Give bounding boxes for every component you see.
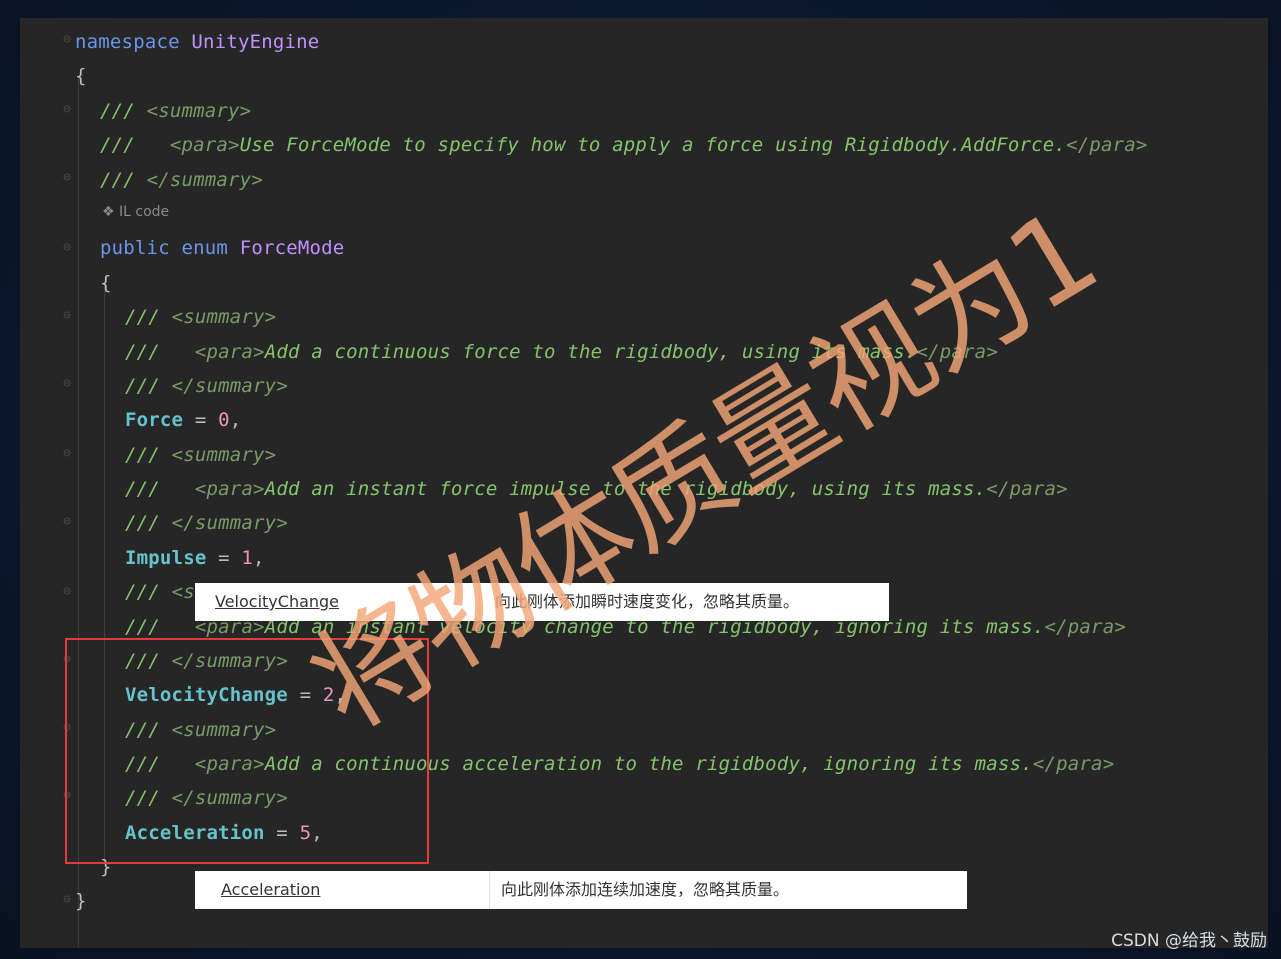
doc-row-description: 向此刚体添加连续加速度，忽略其质量。 bbox=[501, 880, 790, 899]
code-line: /// <para>Use ForceMode to specify how t… bbox=[100, 128, 1148, 162]
enum-value: 0 bbox=[218, 409, 230, 431]
comment-slashes: /// bbox=[125, 616, 195, 638]
code-line: namespace UnityEngine bbox=[75, 25, 319, 59]
comment-tag: </para> bbox=[1044, 616, 1126, 638]
operator: = bbox=[206, 547, 242, 569]
comma: , bbox=[229, 409, 242, 431]
enum-value: 1 bbox=[241, 547, 254, 569]
keyword-public: public bbox=[100, 237, 170, 259]
comment-tag: <summary> bbox=[146, 100, 252, 122]
fold-icon[interactable]: ⊖ bbox=[60, 170, 74, 186]
keyword-enum: enum bbox=[181, 237, 229, 259]
fold-icon[interactable]: ⊖ bbox=[60, 376, 74, 392]
fold-icon[interactable]: ⊖ bbox=[60, 446, 74, 462]
code-line: Force = 0, bbox=[125, 403, 241, 437]
code-line: public enum ForceMode bbox=[100, 231, 344, 265]
comment-slashes: /// bbox=[125, 478, 195, 500]
keyword-namespace: namespace bbox=[75, 31, 180, 53]
comment-slashes: /// bbox=[125, 306, 172, 328]
fold-icon[interactable]: ⊖ bbox=[60, 240, 74, 256]
comment-slashes: /// bbox=[125, 375, 172, 397]
code-line: /// <summary> bbox=[100, 94, 251, 128]
comment-slashes: /// bbox=[125, 512, 172, 534]
comment-tag: </para> bbox=[986, 478, 1068, 500]
doc-row-name[interactable]: Acceleration bbox=[195, 871, 490, 909]
namespace-name: UnityEngine bbox=[191, 31, 320, 53]
doc-row-acceleration: Acceleration 向此刚体添加连续加速度，忽略其质量。 bbox=[195, 871, 967, 909]
comment-slashes: /// bbox=[100, 169, 147, 191]
operator: = bbox=[183, 409, 219, 431]
comment-tag: <summary> bbox=[171, 306, 277, 328]
code-line: /// </summary> bbox=[125, 369, 288, 403]
comment-tag: </summary> bbox=[171, 512, 288, 534]
code-line: Impulse = 1, bbox=[125, 541, 265, 575]
comment-text: Use ForceMode to specify how to apply a … bbox=[239, 134, 1067, 156]
comment-tag: <para> bbox=[194, 341, 265, 363]
code-line: { bbox=[100, 272, 112, 294]
comment-slashes: /// bbox=[100, 134, 170, 156]
comment-slashes: /// bbox=[125, 444, 172, 466]
comment-tag: <summary> bbox=[171, 444, 277, 466]
fold-icon[interactable]: ⊖ bbox=[60, 102, 74, 118]
fold-icon[interactable]: ⊖ bbox=[60, 514, 74, 530]
fold-icon[interactable]: ⊖ bbox=[60, 32, 74, 48]
code-line: /// <summary> bbox=[125, 438, 276, 472]
enum-member-impulse: Impulse bbox=[125, 547, 207, 569]
fold-icon[interactable]: ⊖ bbox=[60, 892, 74, 908]
comma: , bbox=[253, 547, 265, 569]
comment-tag: </para> bbox=[1066, 134, 1148, 156]
enum-member-force: Force bbox=[125, 409, 184, 431]
il-code-link[interactable]: ❖ IL code bbox=[102, 204, 169, 220]
enum-name: ForceMode bbox=[239, 237, 345, 259]
code-line: } bbox=[75, 890, 87, 912]
code-line: { bbox=[75, 65, 87, 87]
comment-tag: </summary> bbox=[171, 375, 288, 397]
comment-tag: <para> bbox=[169, 134, 240, 156]
code-line: /// </summary> bbox=[100, 163, 263, 197]
fold-icon[interactable]: ⊖ bbox=[60, 308, 74, 324]
code-line: /// <summary> bbox=[125, 300, 276, 334]
comment-tag: <para> bbox=[194, 478, 265, 500]
credit-watermark: CSDN @给我丶鼓励 bbox=[1111, 931, 1267, 951]
comment-tag: </summary> bbox=[146, 169, 263, 191]
comment-slashes: /// bbox=[100, 100, 147, 122]
fold-icon[interactable]: ⊖ bbox=[60, 584, 74, 600]
comment-slashes: /// bbox=[125, 581, 172, 603]
comment-slashes: /// bbox=[125, 341, 195, 363]
code-line: /// </summary> bbox=[125, 506, 288, 540]
comment-tag: </para> bbox=[1032, 753, 1115, 775]
